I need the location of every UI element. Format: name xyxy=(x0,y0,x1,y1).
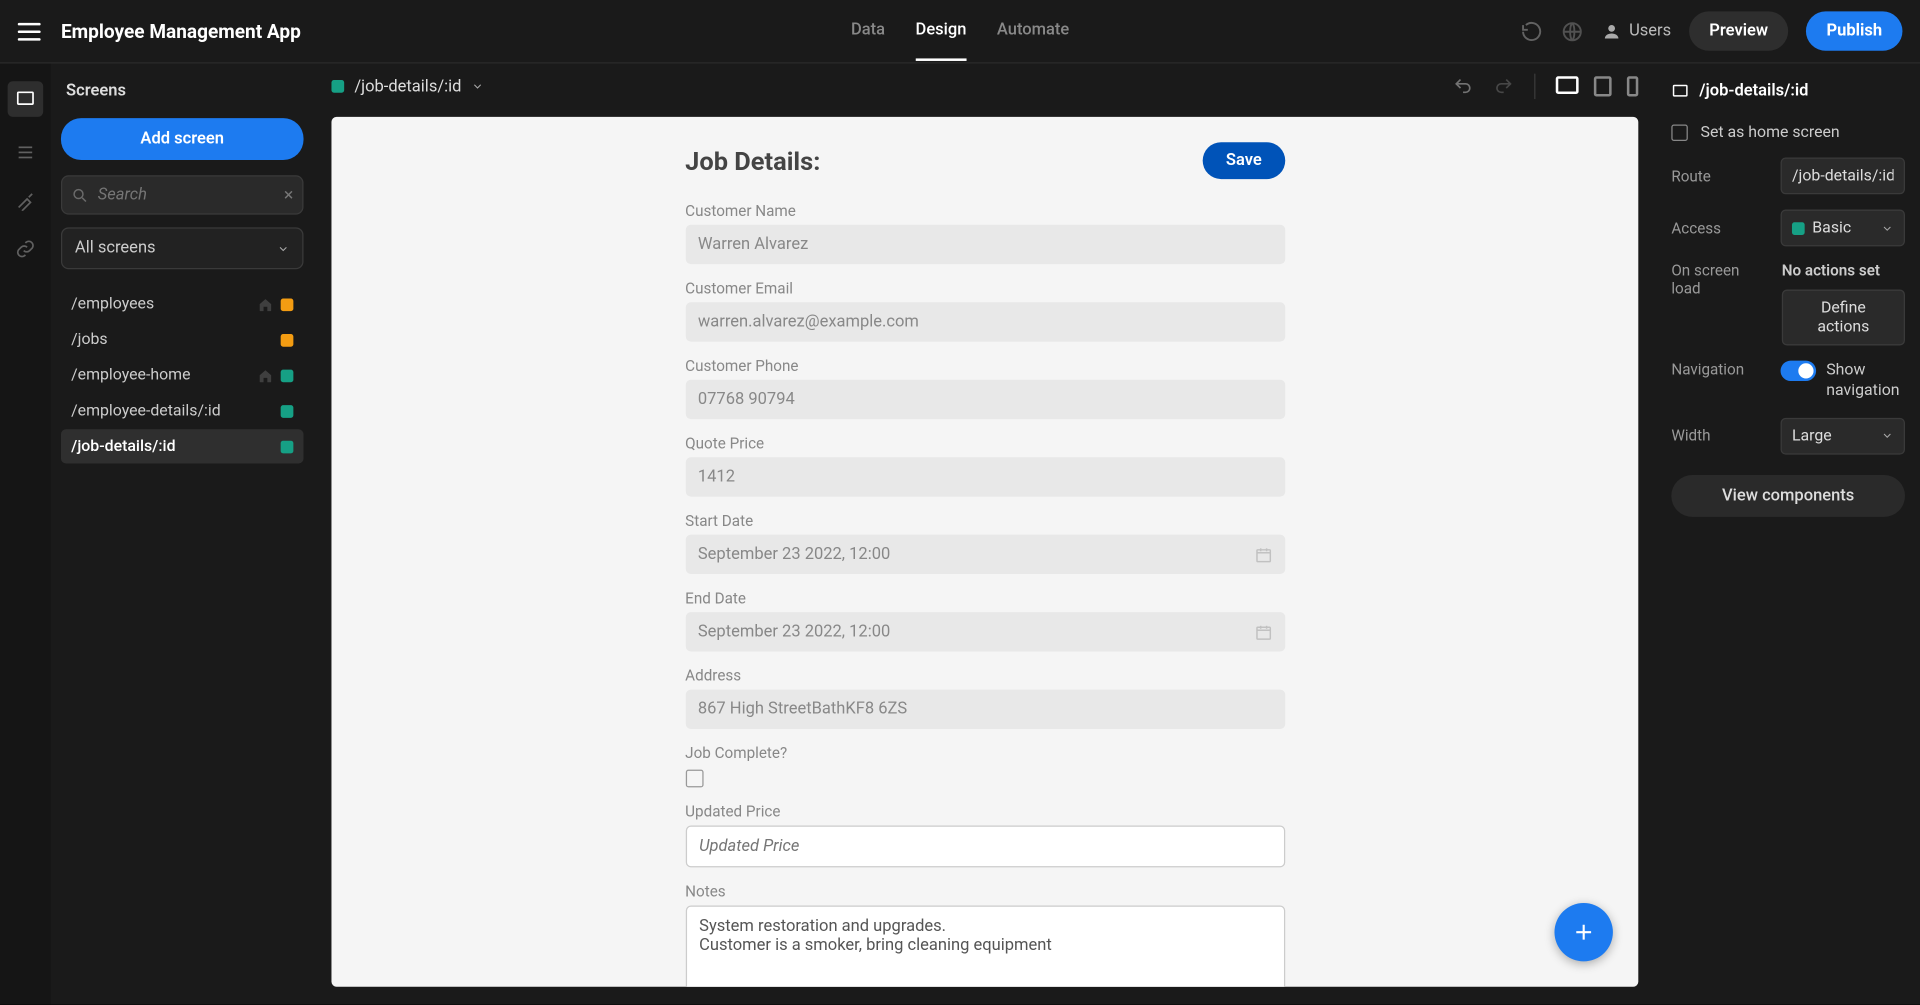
access-badge-green xyxy=(1792,222,1805,235)
undo-icon[interactable] xyxy=(1453,76,1473,96)
width-select[interactable]: Large xyxy=(1781,417,1905,454)
notes-field[interactable] xyxy=(685,906,1284,987)
access-badge-green xyxy=(281,369,294,382)
tab-data[interactable]: Data xyxy=(851,1,885,61)
search-icon xyxy=(71,186,89,204)
screen-item-employees[interactable]: /employees xyxy=(61,287,304,321)
home-icon xyxy=(258,368,273,383)
screen-item-label: /jobs xyxy=(71,330,108,349)
field-label-job-complete: Job Complete? xyxy=(685,744,1284,762)
search-clear-icon[interactable]: × xyxy=(284,185,294,205)
screen-item-label: /employee-home xyxy=(71,366,190,385)
undo-history-icon[interactable] xyxy=(1520,20,1543,43)
screen-item-job-details[interactable]: /job-details/:id xyxy=(61,429,304,463)
field-label-end-date: End Date xyxy=(685,589,1284,607)
rail-theme-icon[interactable] xyxy=(13,188,38,213)
add-screen-button[interactable]: Add screen xyxy=(61,118,304,160)
width-value: Large xyxy=(1792,426,1873,445)
canvas-path-label: /job-details/:id xyxy=(354,77,461,96)
show-navigation-toggle[interactable] xyxy=(1781,361,1817,381)
updated-price-field[interactable] xyxy=(685,826,1284,868)
rail-links-icon[interactable] xyxy=(13,236,38,261)
screen-item-label: /job-details/:id xyxy=(71,437,175,456)
search-input[interactable] xyxy=(61,175,304,214)
device-desktop-icon[interactable] xyxy=(1556,76,1579,94)
access-badge-green xyxy=(331,80,344,93)
quote-price-field[interactable] xyxy=(685,457,1284,496)
globe-icon[interactable] xyxy=(1560,20,1583,43)
route-input[interactable] xyxy=(1781,157,1905,194)
chevron-down-icon xyxy=(1881,429,1894,442)
menu-icon[interactable] xyxy=(18,22,41,40)
set-home-screen-checkbox[interactable]: Set as home screen xyxy=(1671,123,1905,142)
screen-item-label: /employee-details/:id xyxy=(71,401,221,420)
job-complete-checkbox[interactable] xyxy=(685,770,703,788)
field-label-quote-price: Quote Price xyxy=(685,434,1284,452)
view-components-button[interactable]: View components xyxy=(1671,474,1905,516)
users-icon xyxy=(1601,21,1621,41)
save-button[interactable]: Save xyxy=(1203,142,1285,179)
field-label-address: Address xyxy=(685,667,1284,685)
rail-components-icon[interactable] xyxy=(13,140,38,165)
access-badge-green xyxy=(281,404,294,417)
customer-email-field[interactable] xyxy=(685,302,1284,341)
page-title: Job Details: xyxy=(685,145,820,175)
calendar-icon[interactable] xyxy=(1254,623,1272,641)
users-label: Users xyxy=(1629,22,1671,41)
access-badge-orange xyxy=(281,298,294,311)
redo-icon[interactable] xyxy=(1494,76,1514,96)
show-navigation-label: Show navigation xyxy=(1826,361,1905,402)
users-link[interactable]: Users xyxy=(1601,21,1671,41)
define-actions-button[interactable]: Define actions xyxy=(1782,290,1905,346)
access-badge-green xyxy=(281,440,294,453)
screen-item-label: /employees xyxy=(71,295,154,314)
chevron-down-icon xyxy=(472,80,485,93)
screen-item-employee-home[interactable]: /employee-home xyxy=(61,358,304,392)
canvas-path-selector[interactable]: /job-details/:id xyxy=(331,77,484,96)
calendar-icon[interactable] xyxy=(1254,545,1272,563)
address-field[interactable] xyxy=(685,690,1284,729)
onscreenload-label: On screen load xyxy=(1671,262,1771,298)
all-screens-select[interactable]: All screens xyxy=(61,227,304,269)
app-title: Employee Management App xyxy=(61,20,301,43)
access-value: Basic xyxy=(1812,218,1873,237)
navigation-label: Navigation xyxy=(1671,361,1744,379)
field-label-start-date: Start Date xyxy=(685,512,1284,530)
field-label-customer-name: Customer Name xyxy=(685,202,1284,220)
access-select[interactable]: Basic xyxy=(1781,210,1905,247)
device-phone-icon[interactable] xyxy=(1627,76,1638,96)
field-label-notes: Notes xyxy=(685,883,1284,901)
chevron-down-icon xyxy=(1881,222,1894,235)
customer-phone-field[interactable] xyxy=(685,380,1284,419)
access-label: Access xyxy=(1671,219,1721,237)
preview-button[interactable]: Preview xyxy=(1689,11,1788,50)
set-home-label: Set as home screen xyxy=(1701,123,1840,142)
screen-icon xyxy=(1671,82,1689,100)
device-tablet-icon[interactable] xyxy=(1594,76,1612,96)
chevron-down-icon xyxy=(277,242,290,255)
rail-screens-icon[interactable] xyxy=(8,81,44,117)
screen-item-employee-details[interactable]: /employee-details/:id xyxy=(61,394,304,428)
screen-item-jobs[interactable]: /jobs xyxy=(61,323,304,357)
access-badge-orange xyxy=(281,333,294,346)
plus-icon xyxy=(1571,919,1596,944)
end-date-field[interactable] xyxy=(685,612,1284,651)
field-label-customer-email: Customer Email xyxy=(685,279,1284,297)
customer-name-field[interactable] xyxy=(685,225,1284,264)
field-label-customer-phone: Customer Phone xyxy=(685,357,1284,375)
tab-design[interactable]: Design xyxy=(916,1,967,61)
rpanel-title: /job-details/:id xyxy=(1699,81,1808,100)
home-icon xyxy=(258,297,273,312)
add-component-fab[interactable] xyxy=(1554,903,1612,961)
route-label: Route xyxy=(1671,167,1711,185)
start-date-field[interactable] xyxy=(685,535,1284,574)
tab-automate[interactable]: Automate xyxy=(997,1,1069,61)
no-actions-label: No actions set xyxy=(1782,262,1880,280)
publish-button[interactable]: Publish xyxy=(1806,11,1902,50)
width-label: Width xyxy=(1671,427,1710,445)
sidebar-title: Screens xyxy=(61,81,304,100)
all-screens-label: All screens xyxy=(75,239,156,258)
field-label-updated-price: Updated Price xyxy=(685,803,1284,821)
